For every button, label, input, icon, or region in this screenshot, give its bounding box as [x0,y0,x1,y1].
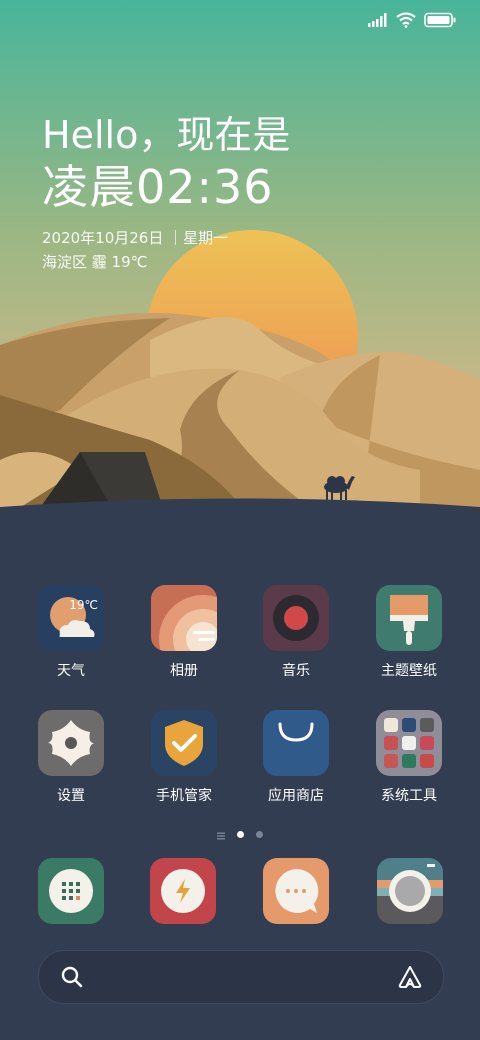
app-weather[interactable]: 19℃ 天气 [15,585,127,680]
time-text: 凌晨02:36 [42,160,274,214]
themes-icon [376,585,442,651]
app-label: 天气 [57,663,85,679]
page-indicator[interactable] [0,825,480,844]
weather-icon: 19℃ [38,585,104,651]
clock-widget[interactable]: Hello，现在是 凌晨02:36 2020年10月26日 ｜星期一 海淀区 霾… [42,112,290,274]
page-dot-active[interactable] [237,831,244,838]
app-gallery[interactable]: 相册 [128,585,240,680]
app-label: 手机管家 [156,788,212,804]
gallery-icon [151,585,217,651]
search-icon[interactable] [61,966,83,988]
settings-icon [38,710,104,776]
music-icon [263,585,329,651]
camera-icon[interactable] [377,858,443,924]
app-label: 设置 [57,788,85,804]
app-store[interactable]: 应用商店 [240,710,352,805]
greeting-text: Hello，现在是 [42,113,291,157]
app-label: 系统工具 [381,788,437,804]
app-store-icon [263,710,329,776]
security-icon [151,710,217,776]
app-label: 相册 [170,663,198,679]
assistant-icon[interactable] [397,964,423,990]
browser-icon[interactable] [150,858,216,924]
battery-icon [424,12,456,28]
app-label: 主题壁纸 [381,663,437,679]
phone-icon[interactable] [38,858,104,924]
date-text: 2020年10月26日 ｜星期一 [42,229,229,247]
messages-icon[interactable] [263,858,329,924]
app-label: 音乐 [282,663,310,679]
app-settings[interactable]: 设置 [15,710,127,805]
app-tools-folder[interactable]: 系统工具 [353,710,465,805]
app-themes[interactable]: 主题壁纸 [353,585,465,680]
app-label: 应用商店 [268,788,324,804]
location-weather-text: 海淀区 霾 19℃ [42,253,148,271]
tools-folder-icon [376,710,442,776]
page-dot[interactable] [256,831,263,838]
status-bar [368,12,456,28]
app-music[interactable]: 音乐 [240,585,352,680]
search-bar[interactable] [38,950,444,1004]
app-security[interactable]: 手机管家 [128,710,240,805]
wifi-icon [396,12,416,28]
minus-one-screen-icon[interactable] [217,825,225,844]
signal-icon [368,13,387,27]
weather-badge: 19℃ [69,598,98,612]
